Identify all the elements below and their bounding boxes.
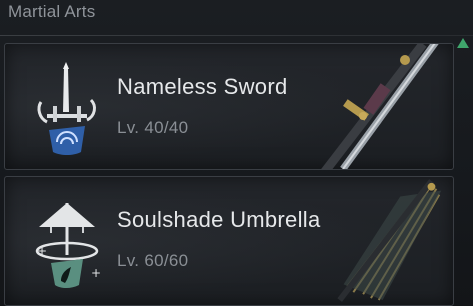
martial-arts-panel: Martial Arts Nameless Sword Lv. 40/40 + … xyxy=(0,0,473,306)
martial-art-card-soulshade-umbrella[interactable]: + + Soulshade Umbrella Lv. 60/60 xyxy=(4,176,454,306)
sword-image xyxy=(321,44,439,169)
svg-text:+: + xyxy=(91,266,101,280)
scroll-up-arrow-icon[interactable] xyxy=(457,38,469,48)
svg-text:+: + xyxy=(37,244,47,258)
martial-art-card-nameless-sword[interactable]: Nameless Sword Lv. 40/40 xyxy=(4,43,454,170)
martial-art-level: Lv. 60/60 xyxy=(117,251,189,270)
martial-art-name: Nameless Sword xyxy=(117,74,288,99)
sword-skill-icon xyxy=(37,62,96,155)
section-title: Martial Arts xyxy=(8,2,96,21)
section-divider xyxy=(0,35,473,36)
martial-art-level: Lv. 40/40 xyxy=(117,118,189,137)
umbrella-skill-icon: + + xyxy=(35,203,101,288)
umbrella-image xyxy=(337,179,442,302)
